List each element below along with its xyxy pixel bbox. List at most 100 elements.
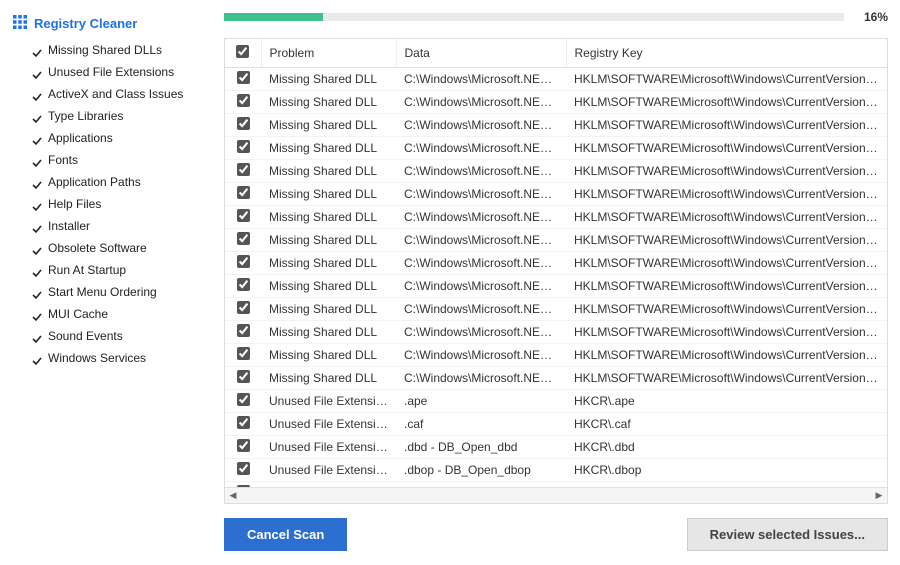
table-row[interactable]: Missing Shared DLLC:\Windows\Microsoft.N… — [225, 136, 887, 159]
sidebar-item[interactable]: Missing Shared DLLs — [8, 39, 204, 61]
sidebar-item[interactable]: Obsolete Software — [8, 237, 204, 259]
sidebar-item-label: Obsolete Software — [48, 239, 147, 257]
sidebar-list: Missing Shared DLLs Unused File Extension… — [8, 39, 204, 369]
row-checkbox[interactable] — [237, 232, 250, 245]
sidebar-item[interactable]: Sound Events — [8, 325, 204, 347]
checkmark-icon — [32, 155, 42, 165]
sidebar-item-label: Help Files — [48, 195, 101, 213]
sidebar-item[interactable]: MUI Cache — [8, 303, 204, 325]
sidebar-item-label: Type Libraries — [48, 107, 123, 125]
cell-data: C:\Windows\Microsoft.NET\Fra... — [396, 160, 566, 183]
table-row[interactable]: Unused File Extension.dbd - DB_Open_dbdH… — [225, 435, 887, 458]
cell-problem: Missing Shared DLL — [261, 252, 396, 275]
sidebar-item[interactable]: Applications — [8, 127, 204, 149]
sidebar-item[interactable]: Windows Services — [8, 347, 204, 369]
button-row: Cancel Scan Review selected Issues... — [224, 518, 888, 551]
table-row[interactable]: Missing Shared DLLC:\Windows\Microsoft.N… — [225, 320, 887, 343]
sidebar-item[interactable]: Run At Startup — [8, 259, 204, 281]
checkmark-icon — [32, 221, 42, 231]
select-all-checkbox[interactable] — [236, 45, 249, 58]
cell-key: HKLM\SOFTWARE\Microsoft\Windows\CurrentV… — [566, 229, 887, 252]
table-row[interactable]: Missing Shared DLLC:\Windows\Microsoft.N… — [225, 182, 887, 205]
sidebar-item[interactable]: Type Libraries — [8, 105, 204, 127]
header-key[interactable]: Registry Key — [566, 39, 887, 68]
cancel-scan-button[interactable]: Cancel Scan — [224, 518, 347, 551]
cell-key: HKLM\SOFTWARE\Microsoft\Windows\CurrentV… — [566, 91, 887, 114]
sidebar-item-label: MUI Cache — [48, 305, 108, 323]
row-checkbox[interactable] — [237, 439, 250, 452]
row-checkbox[interactable] — [237, 416, 250, 429]
row-checkbox[interactable] — [237, 278, 250, 291]
cell-problem: Unused File Extension — [261, 390, 396, 413]
header-checkbox-cell — [225, 39, 261, 68]
progress-percent: 16% — [854, 10, 888, 24]
sidebar: Registry Cleaner Missing Shared DLLs Unus… — [0, 0, 212, 565]
row-checkbox[interactable] — [237, 324, 250, 337]
table-row[interactable]: Unused File Extension.dbop - DB_Open_dbo… — [225, 458, 887, 481]
row-checkbox[interactable] — [237, 209, 250, 222]
row-checkbox[interactable] — [237, 140, 250, 153]
row-checkbox[interactable] — [237, 117, 250, 130]
sidebar-item[interactable]: ActiveX and Class Issues — [8, 83, 204, 105]
table-row[interactable]: Missing Shared DLLC:\Windows\Microsoft.N… — [225, 366, 887, 389]
checkmark-icon — [32, 133, 42, 143]
row-checkbox[interactable] — [237, 163, 250, 176]
table-row[interactable]: Missing Shared DLLC:\Windows\Microsoft.N… — [225, 343, 887, 366]
sidebar-item[interactable]: Unused File Extensions — [8, 61, 204, 83]
table-row[interactable]: Missing Shared DLLC:\Windows\Microsoft.N… — [225, 159, 887, 182]
row-checkbox[interactable] — [237, 94, 250, 107]
row-checkbox[interactable] — [237, 393, 250, 406]
sidebar-item-label: Installer — [48, 217, 90, 235]
table-row[interactable]: Missing Shared DLLC:\Windows\Microsoft.N… — [225, 68, 887, 90]
row-checkbox[interactable] — [237, 462, 250, 475]
table-row[interactable]: Missing Shared DLLC:\Windows\Microsoft.N… — [225, 90, 887, 113]
row-checkbox[interactable] — [237, 255, 250, 268]
row-checkbox[interactable] — [237, 186, 250, 199]
sidebar-item-label: Missing Shared DLLs — [48, 41, 162, 59]
cell-problem: Missing Shared DLL — [261, 321, 396, 344]
cell-key: HKCR\.dbd — [566, 436, 887, 459]
sidebar-item[interactable]: Installer — [8, 215, 204, 237]
cell-data: .ape — [396, 390, 566, 413]
header-data[interactable]: Data — [396, 39, 566, 68]
row-checkbox[interactable] — [237, 370, 250, 383]
table-row[interactable]: Missing Shared DLLC:\Windows\Microsoft.N… — [225, 228, 887, 251]
cell-key: HKLM\SOFTWARE\Microsoft\Windows\CurrentV… — [566, 160, 887, 183]
checkmark-icon — [32, 353, 42, 363]
row-checkbox[interactable] — [237, 301, 250, 314]
table-row[interactable]: Unused File Extension.apeHKCR\.ape — [225, 389, 887, 412]
table-row[interactable]: Missing Shared DLLC:\Windows\Microsoft.N… — [225, 251, 887, 274]
sidebar-item[interactable]: Help Files — [8, 193, 204, 215]
cell-problem: Missing Shared DLL — [261, 68, 396, 90]
table-row[interactable]: Missing Shared DLLC:\Windows\Microsoft.N… — [225, 113, 887, 136]
checkmark-icon — [32, 67, 42, 77]
header-problem[interactable]: Problem — [261, 39, 396, 68]
sidebar-item[interactable]: Fonts — [8, 149, 204, 171]
cell-key: HKCR\.ape — [566, 390, 887, 413]
sidebar-header[interactable]: Registry Cleaner — [8, 12, 204, 39]
progress-bar — [224, 13, 323, 21]
row-checkbox[interactable] — [237, 347, 250, 360]
scroll-left-arrow-icon[interactable]: ◀ — [225, 488, 241, 503]
table-row[interactable]: Missing Shared DLLC:\Windows\Microsoft.N… — [225, 205, 887, 228]
sidebar-item[interactable]: Start Menu Ordering — [8, 281, 204, 303]
table-header-row: Problem Data Registry Key — [225, 39, 887, 68]
cell-data: C:\Windows\Microsoft.NET\Fra... — [396, 114, 566, 137]
table-body-scroll[interactable]: Missing Shared DLLC:\Windows\Microsoft.N… — [225, 68, 887, 487]
horizontal-scrollbar[interactable]: ◀ ▶ — [225, 487, 887, 503]
review-issues-button[interactable]: Review selected Issues... — [687, 518, 888, 551]
sidebar-item[interactable]: Application Paths — [8, 171, 204, 193]
cell-data: C:\Windows\Microsoft.NET\Fra... — [396, 344, 566, 367]
cell-problem: Missing Shared DLL — [261, 275, 396, 298]
scroll-right-arrow-icon[interactable]: ▶ — [871, 488, 887, 503]
cell-problem: Unused File Extension — [261, 413, 396, 436]
cell-data: C:\Windows\Microsoft.NET\Fra... — [396, 298, 566, 321]
table-row[interactable]: Unused File Extension.cafHKCR\.caf — [225, 412, 887, 435]
cell-key: HKLM\SOFTWARE\Microsoft\Windows\CurrentV… — [566, 114, 887, 137]
row-checkbox[interactable] — [237, 71, 250, 84]
table-row[interactable]: Missing Shared DLLC:\Windows\Microsoft.N… — [225, 274, 887, 297]
cell-data: .dbop - DB_Open_dbop — [396, 459, 566, 482]
cell-data: C:\Windows\Microsoft.NET\Fra... — [396, 229, 566, 252]
checkmark-icon — [32, 265, 42, 275]
table-row[interactable]: Missing Shared DLLC:\Windows\Microsoft.N… — [225, 297, 887, 320]
